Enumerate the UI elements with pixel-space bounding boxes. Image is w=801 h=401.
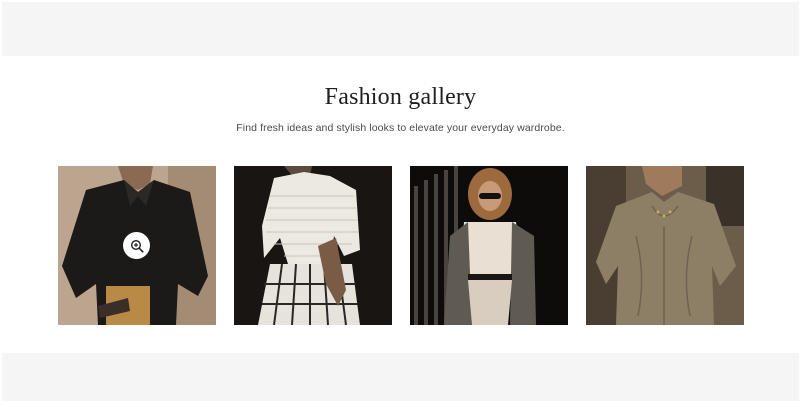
gallery-item-4[interactable] [586, 166, 744, 325]
gallery-image-3 [410, 166, 568, 325]
top-section-band [2, 2, 799, 56]
zoom-in-icon [130, 239, 144, 253]
bottom-section-band [2, 353, 799, 401]
gallery-image-2 [234, 166, 392, 325]
gallery-image-4 [586, 166, 744, 325]
gallery-subtitle: Find fresh ideas and stylish looks to el… [236, 122, 565, 134]
gallery-item-1[interactable] [58, 166, 216, 325]
gallery-item-2[interactable] [234, 166, 392, 325]
gallery-item-3[interactable] [410, 166, 568, 325]
zoom-button[interactable] [123, 232, 150, 259]
gallery-title: Fashion gallery [324, 84, 477, 110]
